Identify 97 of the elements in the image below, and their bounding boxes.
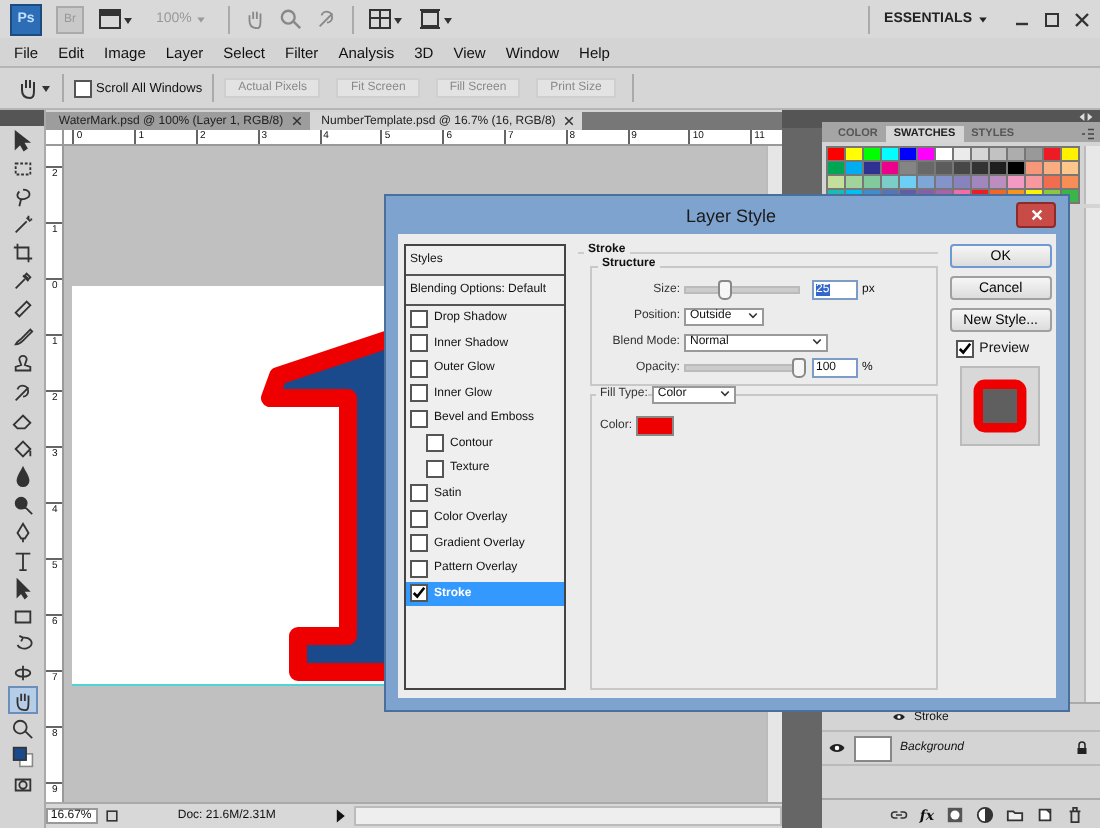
color-swatch[interactable]: [864, 162, 880, 174]
color-swatch[interactable]: [990, 162, 1006, 174]
color-swatch[interactable]: [864, 148, 880, 160]
dialog-title: Layer Style: [685, 205, 777, 225]
close-icon[interactable]: [1074, 11, 1090, 27]
caret-icon: [978, 15, 988, 23]
color-swatch[interactable]: [882, 148, 898, 160]
color-swatch[interactable]: [828, 176, 844, 188]
caret-icon: [719, 390, 730, 398]
horizontal-scrollbar[interactable]: [354, 806, 783, 826]
document-icon[interactable]: [104, 808, 121, 824]
color-swatch[interactable]: [954, 176, 970, 188]
color-swatch[interactable]: [864, 176, 880, 188]
color-swatch[interactable]: [1062, 148, 1078, 160]
new-layer-icon[interactable]: [1036, 805, 1054, 823]
color-swatch[interactable]: [846, 148, 862, 160]
color-swatch[interactable]: [846, 162, 862, 174]
link-icon[interactable]: [889, 805, 908, 823]
color-swatch[interactable]: [828, 148, 844, 160]
color-swatch[interactable]: [990, 176, 1006, 188]
color-swatch[interactable]: [918, 148, 934, 160]
color-picker-swatch[interactable]: [636, 416, 674, 436]
color-swatch[interactable]: [1026, 176, 1042, 188]
panel-menu-icon[interactable]: [1080, 128, 1096, 140]
checkbox[interactable]: [410, 509, 428, 528]
eye-icon[interactable]: [892, 712, 906, 722]
folder-icon[interactable]: [1006, 805, 1024, 823]
color-swatch[interactable]: [1026, 162, 1042, 174]
color-swatch[interactable]: [900, 148, 916, 160]
mask-icon[interactable]: [946, 805, 964, 823]
checkbox[interactable]: [426, 459, 444, 478]
color-swatch[interactable]: [1044, 162, 1060, 174]
view-extras-icon[interactable]: [98, 7, 134, 31]
checkbox[interactable]: [410, 309, 428, 328]
color-swatch[interactable]: [1026, 148, 1042, 160]
checkbox[interactable]: [410, 534, 428, 553]
checkbox[interactable]: [410, 359, 428, 378]
color-swatches-icon[interactable]: [7, 742, 38, 770]
collapse-arrows-icon[interactable]: [1078, 111, 1094, 121]
checkbox[interactable]: [410, 584, 428, 603]
half-circle-icon[interactable]: [976, 805, 994, 823]
color-swatch[interactable]: [882, 162, 898, 174]
color-swatch[interactable]: [990, 148, 1006, 160]
color-swatch[interactable]: [954, 162, 970, 174]
checkbox[interactable]: [74, 79, 92, 97]
color-swatch[interactable]: [972, 148, 988, 160]
slider-thumb[interactable]: [718, 280, 733, 300]
close-icon[interactable]: [563, 116, 574, 126]
slider-track[interactable]: [683, 364, 800, 372]
slider-track[interactable]: [683, 286, 800, 294]
color-swatch[interactable]: [954, 148, 970, 160]
layer-thumbnail: [854, 735, 892, 761]
color-swatch[interactable]: [936, 162, 952, 174]
color-swatch[interactable]: [846, 176, 862, 188]
trash-icon[interactable]: [1066, 805, 1084, 823]
color-swatch[interactable]: [972, 176, 988, 188]
slider-thumb[interactable]: [791, 358, 806, 378]
arrange-documents-icon[interactable]: [367, 7, 404, 31]
caret-icon: [811, 338, 822, 346]
checkbox[interactable]: [410, 384, 428, 403]
checkbox[interactable]: [426, 434, 444, 453]
checkbox[interactable]: [410, 409, 428, 428]
caret-icon: [195, 15, 206, 23]
eye-icon[interactable]: [828, 742, 846, 754]
lock-icon: [1076, 740, 1088, 756]
checkbox[interactable]: [955, 340, 974, 358]
color-swatch[interactable]: [900, 162, 916, 174]
checkbox[interactable]: [410, 559, 428, 578]
color-swatch[interactable]: [1062, 162, 1078, 174]
zoom-icon[interactable]: [7, 714, 38, 742]
screen-mode-icon[interactable]: [417, 7, 454, 31]
color-swatch[interactable]: [936, 148, 952, 160]
caret-icon: [747, 312, 758, 320]
hand-icon[interactable]: [16, 76, 52, 100]
color-swatch[interactable]: [1008, 148, 1024, 160]
maximize-icon[interactable]: [1044, 11, 1060, 27]
color-swatch[interactable]: [882, 176, 898, 188]
color-swatch[interactable]: [900, 176, 916, 188]
color-swatch[interactable]: [1044, 176, 1060, 188]
play-icon[interactable]: [332, 808, 349, 824]
color-swatch[interactable]: [972, 162, 988, 174]
color-swatch[interactable]: [828, 162, 844, 174]
color-swatch[interactable]: [936, 176, 952, 188]
color-swatch[interactable]: [1008, 162, 1024, 174]
close-icon[interactable]: [291, 116, 302, 126]
color-swatch[interactable]: [1044, 148, 1060, 160]
color-swatch[interactable]: [918, 162, 934, 174]
panel-scrollbar[interactable]: [1084, 146, 1100, 204]
color-swatch[interactable]: [1008, 176, 1024, 188]
color-swatch[interactable]: [1062, 176, 1078, 188]
close-button[interactable]: [1016, 202, 1056, 228]
color-swatch[interactable]: [918, 176, 934, 188]
close-icon: [1029, 208, 1043, 222]
panel-scrollbar[interactable]: [1084, 208, 1100, 702]
hand-icon[interactable]: [7, 686, 38, 714]
checkbox[interactable]: [410, 484, 428, 503]
checkbox[interactable]: [410, 334, 428, 353]
